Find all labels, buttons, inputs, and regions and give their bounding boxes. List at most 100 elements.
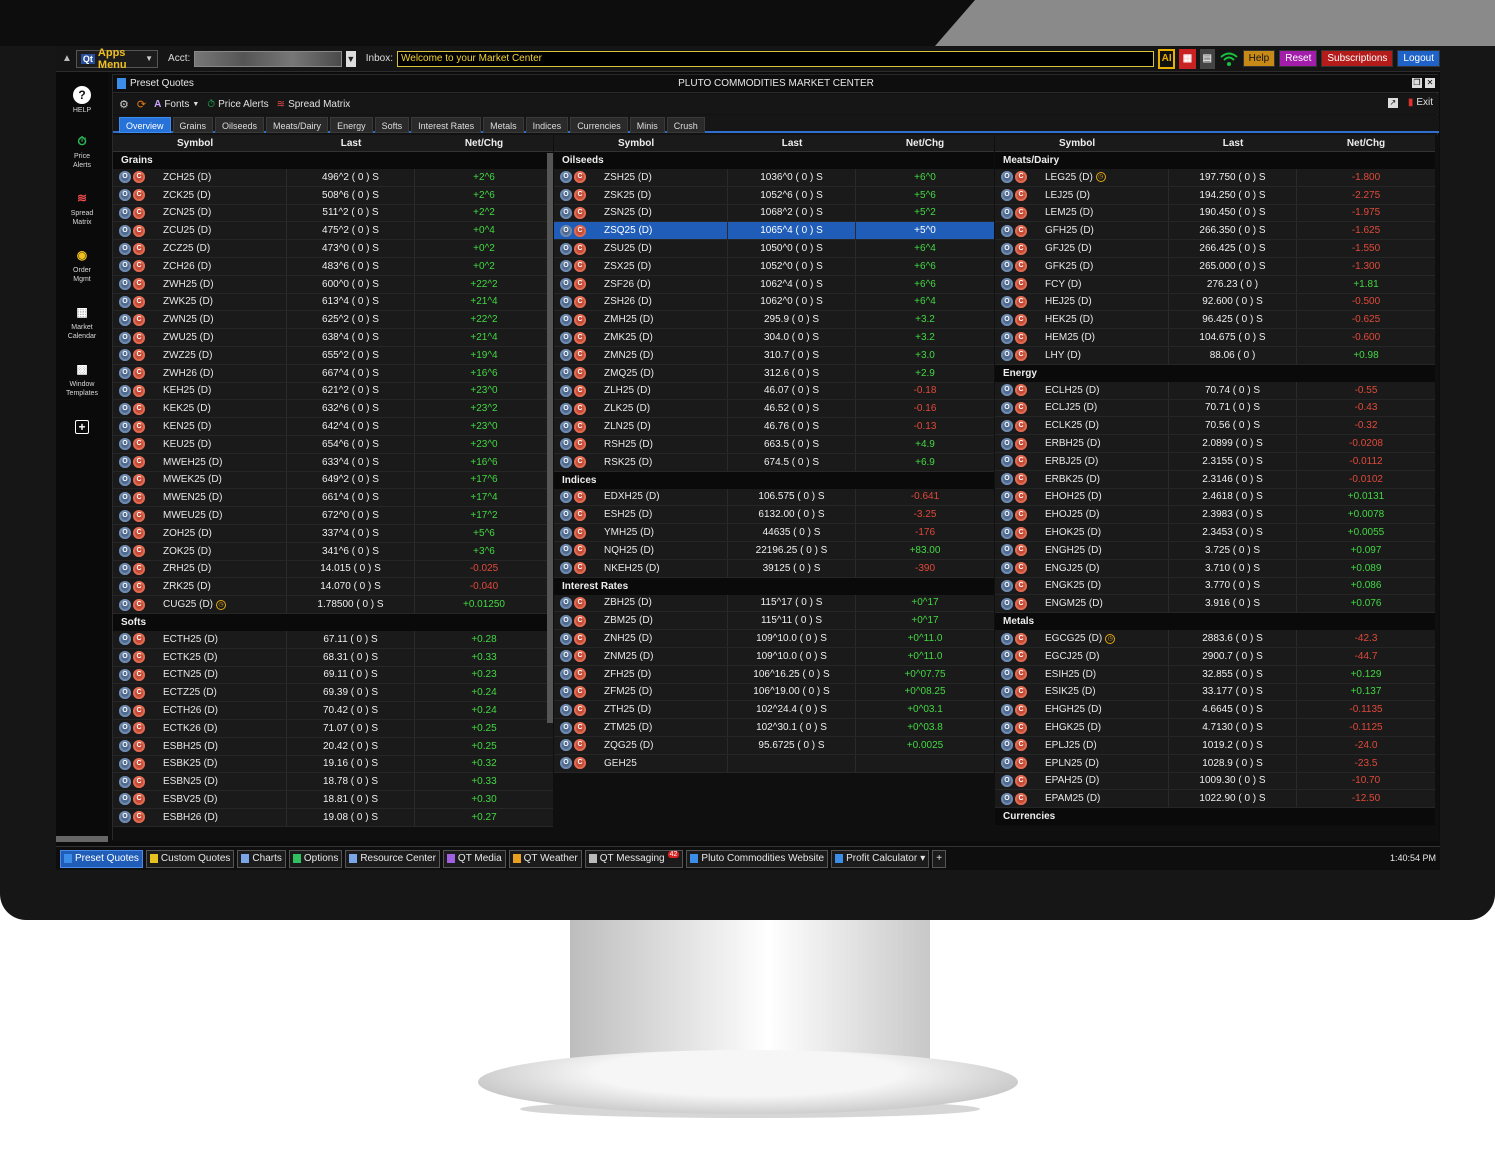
- subscriptions-button[interactable]: Subscriptions: [1321, 50, 1394, 67]
- options-icon[interactable]: O: [1001, 260, 1013, 273]
- quote-row[interactable]: O C ZLK25 (D) 46.52 ( 0 ) S -0.16: [554, 400, 994, 419]
- options-icon[interactable]: O: [1001, 437, 1013, 450]
- quote-row[interactable]: O C ZSQ25 (D) 1065^4 ( 0 ) S +5^0: [554, 222, 994, 241]
- quote-row[interactable]: O C ZFM25 (D) 106^19.00 ( 0 ) S +0^08.25: [554, 683, 994, 702]
- chart-icon[interactable]: C: [574, 685, 586, 698]
- quote-row[interactable]: O C ZNH25 (D) 109^10.0 ( 0 ) S +0^11.0: [554, 630, 994, 648]
- options-icon[interactable]: O: [1001, 189, 1013, 202]
- options-icon[interactable]: O: [1001, 224, 1013, 237]
- options-icon[interactable]: O: [560, 331, 572, 344]
- chart-icon[interactable]: C: [574, 668, 586, 681]
- chart-icon[interactable]: C: [574, 739, 586, 752]
- options-icon[interactable]: O: [1001, 562, 1013, 575]
- quote-row[interactable]: O C EHGK25 (D) 4.7130 ( 0 ) S -0.1125: [995, 719, 1435, 737]
- quote-row[interactable]: O C ZSX25 (D) 1052^0 ( 0 ) S +6^6: [554, 257, 994, 276]
- options-icon[interactable]: O: [119, 206, 131, 219]
- quote-row[interactable]: O C ERBJ25 (D) 2.3155 ( 0 ) S -0.0112: [995, 452, 1435, 471]
- quote-row[interactable]: O C CUG25 (D) ◷ 1.78500 ( 0 ) S +0.01250: [113, 596, 553, 614]
- chart-icon[interactable]: C: [574, 703, 586, 716]
- chart-icon[interactable]: C: [133, 295, 145, 308]
- chart-icon[interactable]: C: [574, 260, 586, 273]
- options-icon[interactable]: O: [119, 367, 131, 380]
- options-icon[interactable]: O: [560, 349, 572, 362]
- quote-row[interactable]: O C ECTZ25 (D) 69.39 ( 0 ) S +0.24: [113, 684, 553, 703]
- tab-crush[interactable]: Crush: [666, 117, 705, 133]
- chart-icon[interactable]: C: [133, 811, 145, 824]
- quote-row[interactable]: O C ENGM25 (D) 3.916 ( 0 ) S +0.076: [995, 595, 1435, 614]
- chart-icon[interactable]: C: [574, 721, 586, 734]
- tab-oilseeds[interactable]: Oilseeds: [215, 117, 265, 133]
- quote-row[interactable]: O C ESH25 (D) 6132.00 ( 0 ) S -3.25: [554, 506, 994, 525]
- chart-icon[interactable]: C: [1015, 668, 1027, 681]
- quote-row[interactable]: O C HEK25 (D) 96.425 ( 0 ) S -0.625: [995, 311, 1435, 330]
- chart-icon[interactable]: C: [133, 580, 145, 593]
- options-icon[interactable]: O: [119, 722, 131, 735]
- header-symbol[interactable]: Symbol: [995, 135, 1169, 151]
- options-icon[interactable]: O: [119, 562, 131, 575]
- options-icon[interactable]: O: [119, 278, 131, 291]
- options-icon[interactable]: O: [560, 685, 572, 698]
- options-icon[interactable]: O: [1001, 419, 1013, 432]
- quote-row[interactable]: O C ZSK25 (D) 1052^6 ( 0 ) S +5^6: [554, 186, 994, 205]
- quote-row[interactable]: O C LHY (D) 88.06 ( 0 ) +0.98: [995, 346, 1435, 365]
- options-icon[interactable]: O: [1001, 349, 1013, 362]
- quote-row[interactable]: O C ESIH25 (D) 32.855 ( 0 ) S +0.129: [995, 665, 1435, 684]
- options-icon[interactable]: O: [119, 349, 131, 362]
- options-icon[interactable]: O: [560, 278, 572, 291]
- quote-row[interactable]: O C ZSU25 (D) 1050^0 ( 0 ) S +6^4: [554, 240, 994, 258]
- chart-icon[interactable]: C: [133, 633, 145, 646]
- chart-icon[interactable]: C: [1015, 562, 1027, 575]
- options-icon[interactable]: O: [560, 614, 572, 627]
- chart-icon[interactable]: C: [1015, 757, 1027, 770]
- close-icon[interactable]: ✕: [1425, 78, 1435, 88]
- options-icon[interactable]: O: [560, 490, 572, 503]
- options-icon[interactable]: O: [1001, 792, 1013, 805]
- chart-icon[interactable]: C: [574, 632, 586, 645]
- chart-icon[interactable]: C: [133, 224, 145, 237]
- tab-interest-rates[interactable]: Interest Rates: [411, 117, 482, 133]
- header-symbol[interactable]: Symbol: [113, 135, 287, 151]
- quote-row[interactable]: O C ZQG25 (D) 95.6725 ( 0 ) S +0.0025: [554, 736, 994, 755]
- quote-row[interactable]: O C LEG25 (D) ◷ 197.750 ( 0 ) S -1.800: [995, 169, 1435, 187]
- options-icon[interactable]: O: [119, 668, 131, 681]
- options-icon[interactable]: O: [1001, 508, 1013, 521]
- chart-icon[interactable]: C: [1015, 685, 1027, 698]
- options-icon[interactable]: O: [119, 509, 131, 522]
- quote-row[interactable]: O C ZBH25 (D) 115^17 ( 0 ) S +0^17: [554, 594, 994, 613]
- quote-row[interactable]: O C ZSN25 (D) 1068^2 ( 0 ) S +5^2: [554, 204, 994, 223]
- options-icon[interactable]: O: [119, 456, 131, 469]
- options-icon[interactable]: O: [1001, 331, 1013, 344]
- quote-row[interactable]: O C ZWU25 (D) 638^4 ( 0 ) S +21^4: [113, 329, 553, 347]
- quote-row[interactable]: O C KEH25 (D) 621^2 ( 0 ) S +23^0: [113, 382, 553, 401]
- chart-icon[interactable]: C: [574, 420, 586, 433]
- quote-row[interactable]: O C ENGH25 (D) 3.725 ( 0 ) S +0.097: [995, 541, 1435, 560]
- options-icon[interactable]: O: [119, 651, 131, 664]
- gear-icon[interactable]: ⚙: [119, 98, 129, 111]
- options-icon[interactable]: O: [1001, 632, 1013, 645]
- quote-row[interactable]: O C ENGJ25 (D) 3.710 ( 0 ) S +0.089: [995, 559, 1435, 578]
- chart-icon[interactable]: C: [133, 686, 145, 699]
- chart-icon[interactable]: C: [1015, 597, 1027, 610]
- options-icon[interactable]: O: [119, 438, 131, 451]
- quote-row[interactable]: O C ZMN25 (D) 310.7 ( 0 ) S +3.0: [554, 346, 994, 365]
- quote-row[interactable]: O C ZTM25 (D) 102^30.1 ( 0 ) S +0^03.8: [554, 719, 994, 737]
- chart-icon[interactable]: C: [1015, 792, 1027, 805]
- quote-row[interactable]: O C HEJ25 (D) 92.600 ( 0 ) S -0.500: [995, 293, 1435, 312]
- chart-icon[interactable]: C: [133, 171, 145, 184]
- options-icon[interactable]: O: [560, 596, 572, 609]
- chart-icon[interactable]: C: [133, 793, 145, 806]
- chart-icon[interactable]: C: [1015, 774, 1027, 787]
- exit-button[interactable]: ▮ Exit: [1408, 97, 1433, 108]
- tab-minis[interactable]: Minis: [629, 117, 665, 133]
- chart-icon[interactable]: C: [1015, 490, 1027, 503]
- chart-icon[interactable]: C: [1015, 278, 1027, 291]
- options-icon[interactable]: O: [119, 171, 131, 184]
- options-icon[interactable]: O: [119, 473, 131, 486]
- quote-row[interactable]: O C GFK25 (D) 265.000 ( 0 ) S -1.300: [995, 257, 1435, 276]
- chart-icon[interactable]: C: [1015, 349, 1027, 362]
- options-icon[interactable]: O: [560, 189, 572, 202]
- chart-icon[interactable]: C: [1015, 526, 1027, 539]
- options-icon[interactable]: O: [1001, 774, 1013, 787]
- chart-icon[interactable]: C: [1015, 739, 1027, 752]
- quote-row[interactable]: O C EHOK25 (D) 2.3453 ( 0 ) S +0.0055: [995, 524, 1435, 542]
